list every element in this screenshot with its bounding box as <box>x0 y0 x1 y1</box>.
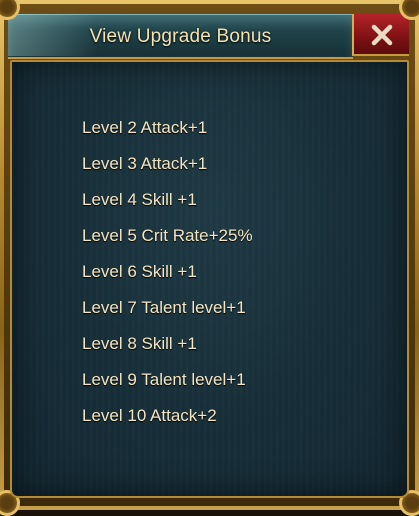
dialog-title: View Upgrade Bonus <box>8 14 353 56</box>
bonus-list: Level 2 Attack+1 Level 3 Attack+1 Level … <box>82 110 253 434</box>
bonus-panel: Level 2 Attack+1 Level 3 Attack+1 Level … <box>10 60 409 498</box>
bonus-item: Level 7 Talent level+1 <box>82 290 253 326</box>
close-x-icon <box>370 23 394 47</box>
close-button[interactable] <box>352 14 409 56</box>
bonus-item: Level 5 Crit Rate+25% <box>82 218 253 254</box>
bonus-item: Level 6 Skill +1 <box>82 254 253 290</box>
bonus-item: Level 9 Talent level+1 <box>82 362 253 398</box>
bonus-item: Level 8 Skill +1 <box>82 326 253 362</box>
bonus-item: Level 10 Attack+2 <box>82 398 253 434</box>
bonus-item: Level 4 Skill +1 <box>82 182 253 218</box>
bonus-item: Level 2 Attack+1 <box>82 110 253 146</box>
bonus-item: Level 3 Attack+1 <box>82 146 253 182</box>
